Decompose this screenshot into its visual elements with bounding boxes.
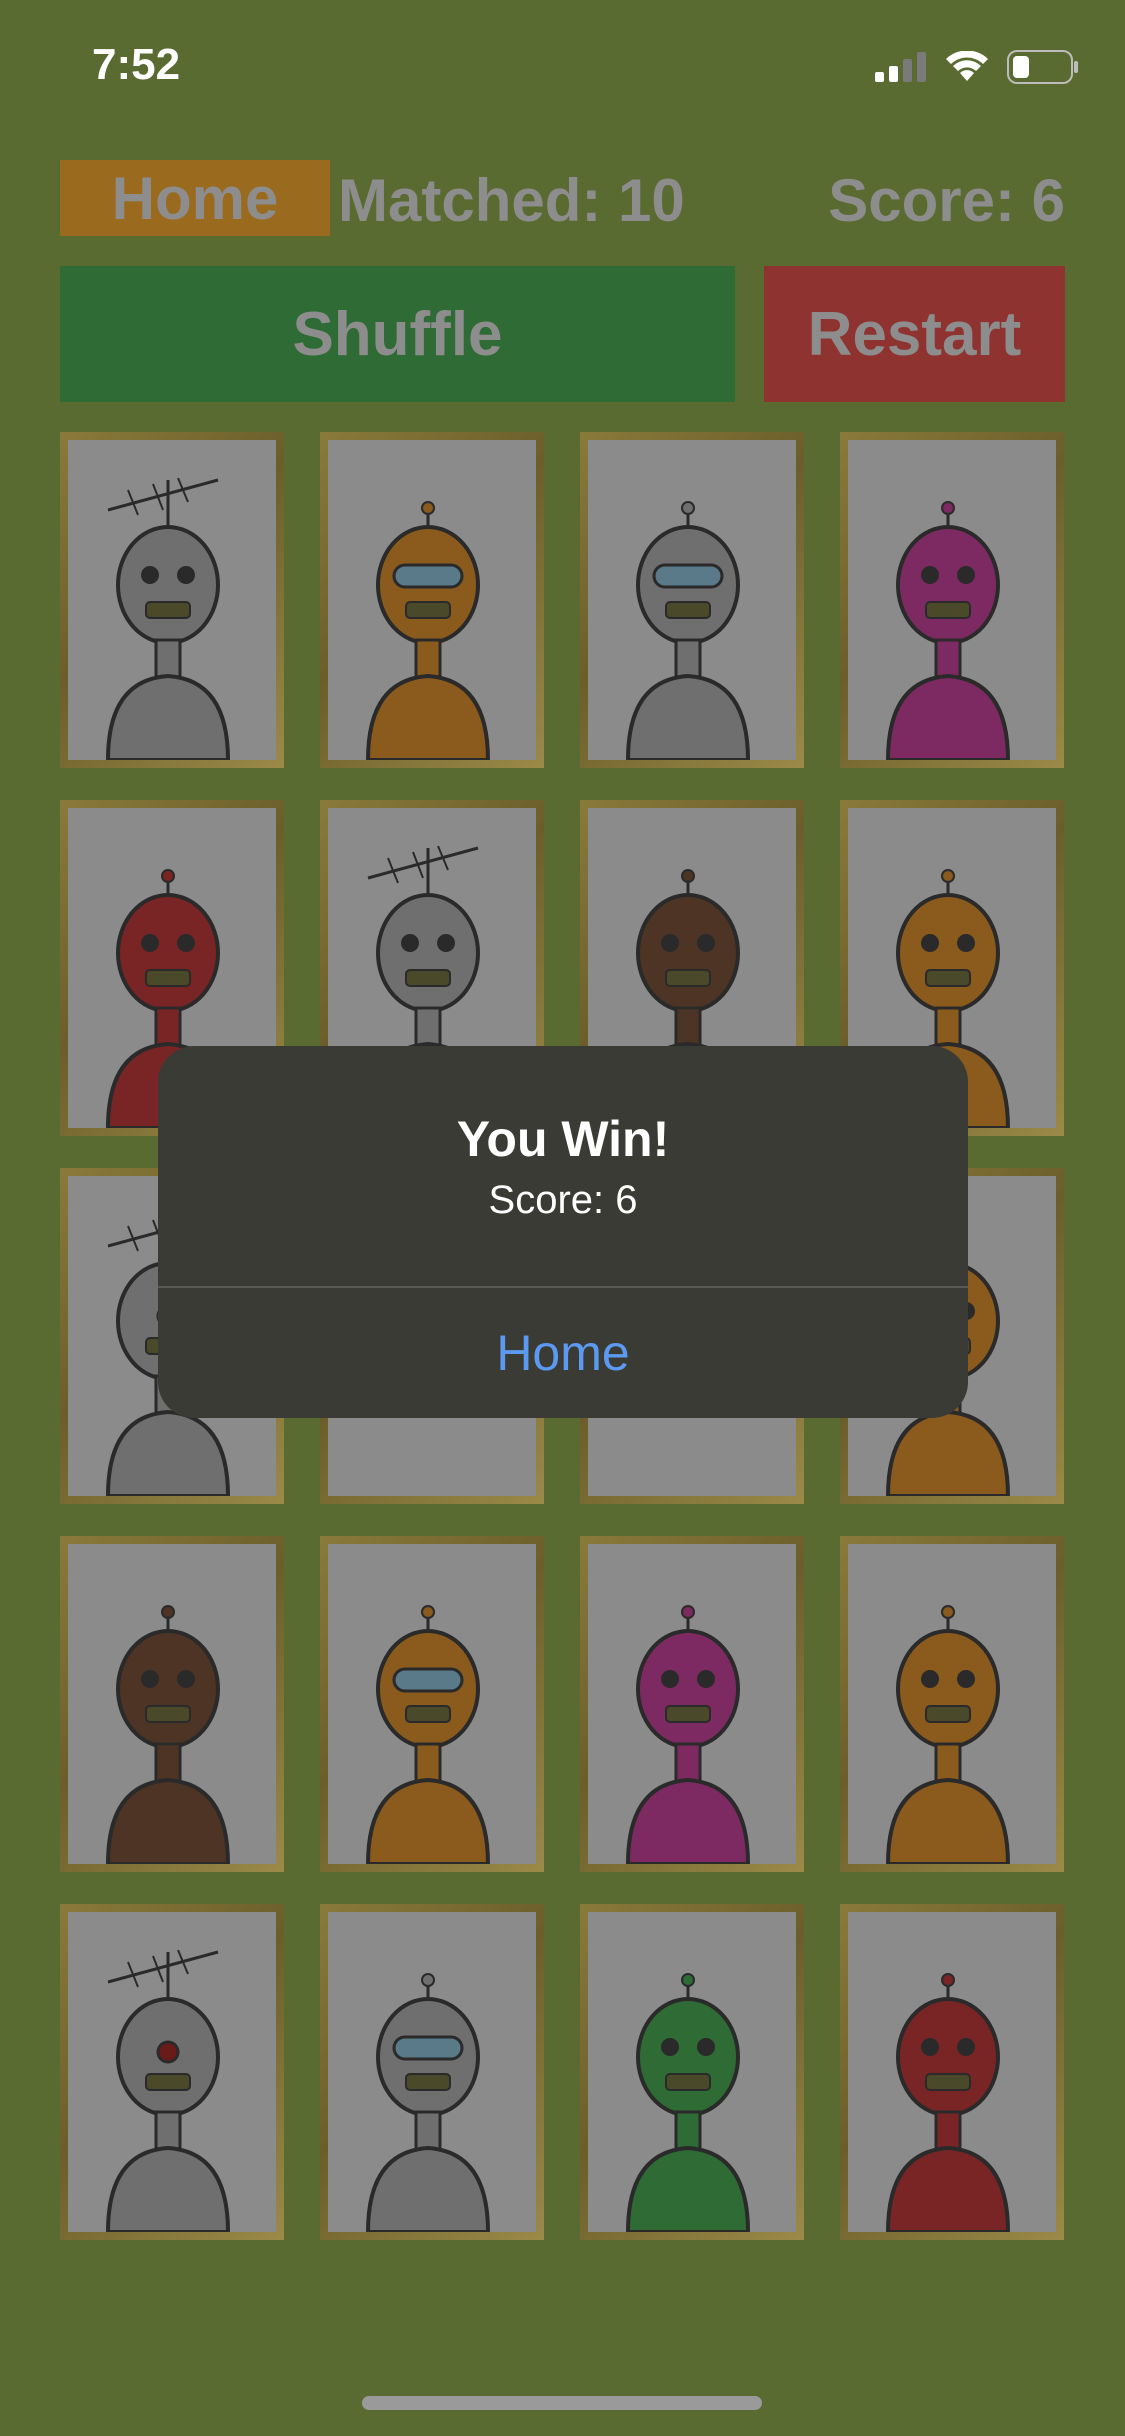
- orange-bolt-robot-icon: [885, 1605, 1011, 1864]
- memory-card[interactable]: [60, 1904, 284, 2240]
- memory-card[interactable]: [580, 1904, 804, 2240]
- pink-robot-icon: [625, 1605, 751, 1864]
- memory-card[interactable]: [580, 432, 804, 768]
- gray-dome-robot-icon: [625, 501, 751, 760]
- pink-robot-icon: [885, 501, 1011, 760]
- orange-visor-robot-icon: [365, 1605, 491, 1864]
- card-face: [68, 1544, 276, 1864]
- card-face: [68, 440, 276, 760]
- card-face: [848, 1544, 1056, 1864]
- card-face: [588, 1912, 796, 2232]
- card-face: [848, 1912, 1056, 2232]
- matched-counter: Matched: 10: [338, 167, 685, 234]
- status-bar: 7:52: [0, 0, 1125, 140]
- memory-card[interactable]: [840, 432, 1064, 768]
- memory-card[interactable]: [840, 1536, 1064, 1872]
- brown-robot-icon: [105, 1605, 231, 1864]
- restart-button[interactable]: Restart: [764, 266, 1065, 402]
- gray-dome-robot-icon: [365, 1973, 491, 2232]
- cellular-signal-icon: [875, 52, 926, 82]
- card-face: [328, 1912, 536, 2232]
- status-time: 7:52: [92, 40, 181, 89]
- gray-antenna-red-eye-robot-icon: [105, 1949, 231, 2232]
- card-face: [588, 440, 796, 760]
- memory-card[interactable]: [60, 432, 284, 768]
- green-robot-icon: [625, 1973, 751, 2232]
- orange-visor-robot-icon: [365, 501, 491, 760]
- card-face: [328, 1544, 536, 1864]
- top-bar: Home Matched: 10 Score: 6: [60, 160, 1065, 240]
- card-face: [68, 1912, 276, 2232]
- dialog-title: You Win!: [456, 1111, 670, 1167]
- card-face: [848, 440, 1056, 760]
- shuffle-button[interactable]: Shuffle: [60, 266, 735, 402]
- home-button[interactable]: Home: [60, 160, 330, 236]
- memory-card[interactable]: [60, 1536, 284, 1872]
- memory-card[interactable]: [320, 432, 544, 768]
- dialog-home-button[interactable]: Home: [158, 1288, 968, 1418]
- dialog-message: Score: 6: [488, 1178, 638, 1222]
- memory-card[interactable]: [580, 1536, 804, 1872]
- score-counter: Score: 6: [828, 167, 1065, 234]
- gray-antenna-robot-icon: [105, 477, 231, 760]
- memory-card[interactable]: [320, 1536, 544, 1872]
- card-face: [328, 440, 536, 760]
- home-indicator: [362, 2396, 762, 2410]
- memory-card[interactable]: [840, 1904, 1064, 2240]
- card-face: [588, 1544, 796, 1864]
- wifi-icon: [946, 51, 988, 81]
- win-dialog: You Win! Score: 6 Home: [158, 1046, 968, 1418]
- battery-icon: [1007, 50, 1078, 84]
- red-robot-icon: [885, 1973, 1011, 2232]
- memory-card[interactable]: [320, 1904, 544, 2240]
- status-icons: [875, 50, 1079, 84]
